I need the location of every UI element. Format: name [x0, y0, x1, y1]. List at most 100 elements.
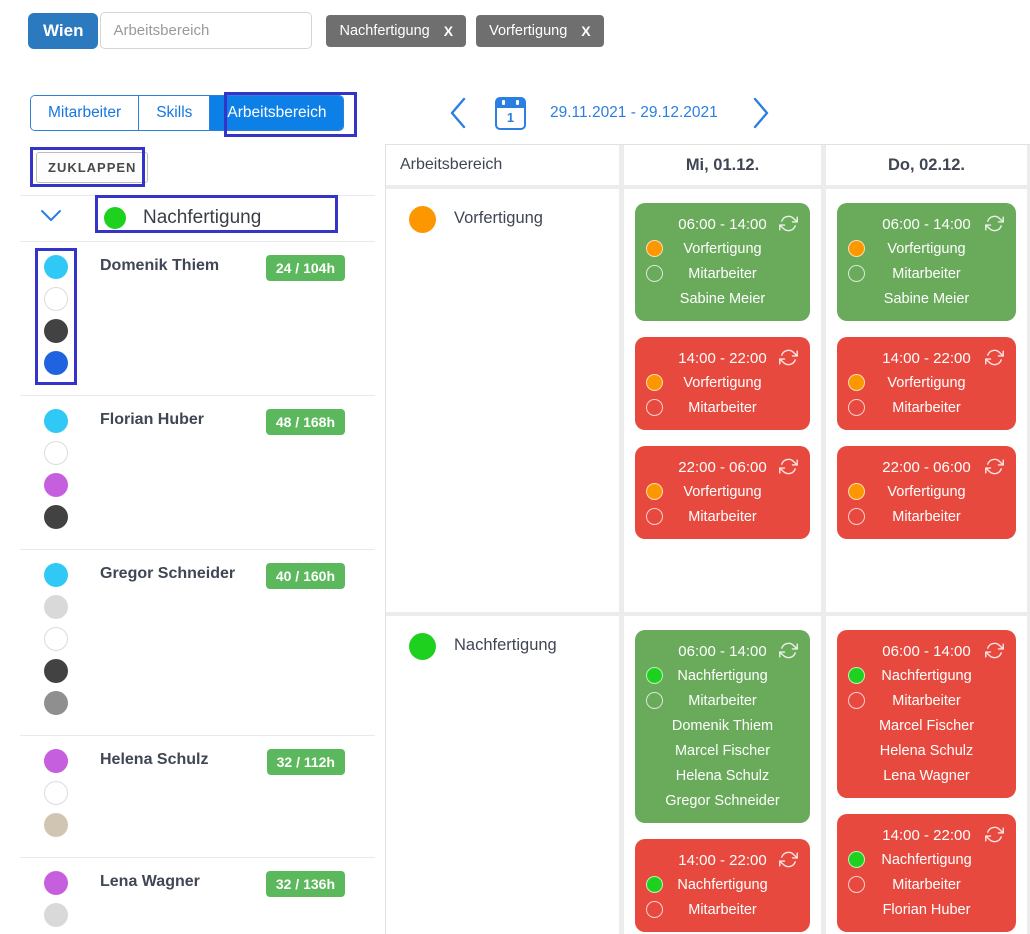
shift-card[interactable]: 14:00 - 22:00VorfertigungMitarbeiter [635, 337, 810, 430]
employee-name[interactable]: Helena Schulz [100, 749, 250, 771]
tab-mitarbeiter[interactable]: Mitarbeiter [31, 96, 139, 130]
shift-time-row: 06:00 - 14:00 [645, 639, 800, 664]
tab-skills[interactable]: Skills [139, 96, 210, 130]
employee-name[interactable]: Gregor Schneider [100, 563, 250, 585]
recurring-icon[interactable] [985, 457, 1004, 484]
shift-employee-name: Lena Wagner [847, 764, 1006, 789]
role-circle-icon [848, 876, 865, 893]
employee-row[interactable]: Helena Schulz32 / 112h [0, 736, 385, 845]
area-color-dot [848, 374, 865, 391]
area-row-header: Vorfertigung [386, 189, 619, 612]
collapse-button[interactable]: ZUKLAPPEN [36, 152, 148, 183]
employee-row[interactable]: Domenik Thiem 24 / 104h [0, 242, 385, 383]
shift-card[interactable]: 06:00 - 14:00VorfertigungMitarbeiterSabi… [635, 203, 810, 321]
chip-remove-button[interactable]: X [444, 23, 453, 39]
next-period-button[interactable] [748, 95, 774, 131]
area-color-dot [409, 206, 436, 233]
employee-name[interactable]: Lena Wagner [100, 871, 250, 893]
shift-time-row: 06:00 - 14:00 [645, 212, 800, 237]
column-header-day-1: Mi, 01.12. [624, 145, 821, 185]
skill-dot [44, 287, 68, 311]
group-label: Nachfertigung [143, 207, 261, 229]
shift-time: 14:00 - 22:00 [678, 350, 766, 367]
calendar-page-number: 1 [497, 110, 524, 125]
shift-area-label: Vorfertigung [645, 237, 800, 262]
employee-name[interactable]: Domenik Thiem [100, 255, 250, 277]
shift-card[interactable]: 06:00 - 14:00NachfertigungMitarbeiterMar… [837, 630, 1016, 798]
shift-area-label: Vorfertigung [847, 237, 1006, 262]
shift-employee-name: Helena Schulz [645, 764, 800, 789]
calendar-icon[interactable]: 1 [495, 97, 526, 130]
recurring-icon[interactable] [985, 641, 1004, 668]
skill-dot [44, 871, 68, 895]
role-circle-icon [848, 692, 865, 709]
skill-dot [44, 441, 68, 465]
filter-chips: NachfertigungX Vorfertigung X [326, 15, 603, 47]
group-label-wrap[interactable]: Nachfertigung [104, 207, 261, 229]
employee-row[interactable]: Florian Huber48 / 168h [0, 396, 385, 537]
shift-time-row: 14:00 - 22:00 [847, 346, 1006, 371]
day-cell: 06:00 - 14:00VorfertigungMitarbeiterSabi… [826, 189, 1027, 612]
tab-arbeitsbereich[interactable]: Arbeitsbereich [210, 96, 343, 130]
main-area: Mitarbeiter Skills Arbeitsbereich ZUKLAP… [0, 52, 1030, 934]
shift-role-label: Mitarbeiter [645, 505, 800, 530]
search-input[interactable] [100, 12, 312, 49]
role-circle-icon [646, 692, 663, 709]
area-color-dot [646, 483, 663, 500]
group-header-row: Nachfertigung [0, 197, 385, 239]
recurring-icon[interactable] [779, 641, 798, 668]
shift-time: 22:00 - 06:00 [678, 459, 766, 476]
filter-chip[interactable]: Vorfertigung X [476, 15, 604, 47]
skill-dot [44, 319, 68, 343]
employee-name[interactable]: Florian Huber [100, 409, 250, 431]
shift-card[interactable]: 22:00 - 06:00VorfertigungMitarbeiter [635, 446, 810, 539]
shift-time-row: 14:00 - 22:00 [645, 346, 800, 371]
recurring-icon[interactable] [779, 348, 798, 375]
recurring-icon[interactable] [779, 214, 798, 241]
skill-dot [44, 563, 68, 587]
employee-hours-badge: 24 / 104h [266, 255, 345, 281]
filter-chip[interactable]: NachfertigungX [326, 15, 466, 47]
shift-role-label: Mitarbeiter [645, 898, 800, 923]
employee-hours-badge: 40 / 160h [266, 563, 345, 589]
shift-employee-name: Sabine Meier [645, 287, 800, 312]
recurring-icon[interactable] [779, 850, 798, 877]
role-circle-icon [646, 901, 663, 918]
shift-employee-name: Sabine Meier [847, 287, 1006, 312]
skill-dot [44, 749, 68, 773]
shift-employee-name: Marcel Fischer [645, 739, 800, 764]
shift-area-label: Nachfertigung [847, 664, 1006, 689]
prev-period-button[interactable] [445, 95, 471, 131]
shift-card[interactable]: 14:00 - 22:00NachfertigungMitarbeiterFlo… [837, 814, 1016, 932]
shift-role-label: Mitarbeiter [847, 505, 1006, 530]
shift-employee-name: Domenik Thiem [645, 714, 800, 739]
recurring-icon[interactable] [985, 825, 1004, 852]
recurring-icon[interactable] [985, 348, 1004, 375]
shift-role-label: Mitarbeiter [847, 689, 1006, 714]
group-color-dot [104, 207, 126, 229]
shift-time: 06:00 - 14:00 [678, 643, 766, 660]
shift-card[interactable]: 14:00 - 22:00NachfertigungMitarbeiter [635, 839, 810, 932]
recurring-icon[interactable] [985, 214, 1004, 241]
shift-card[interactable]: 06:00 - 14:00VorfertigungMitarbeiterSabi… [837, 203, 1016, 321]
area-color-dot [848, 851, 865, 868]
chevron-down-icon[interactable] [40, 209, 62, 228]
area-color-dot [409, 633, 436, 660]
chip-remove-button[interactable]: X [581, 23, 590, 39]
shift-time: 06:00 - 14:00 [882, 643, 970, 660]
area-color-dot [646, 876, 663, 893]
area-row-header: Nachfertigung [386, 616, 619, 934]
shift-card[interactable]: 06:00 - 14:00NachfertigungMitarbeiterDom… [635, 630, 810, 823]
employee-row[interactable]: Lena Wagner 32 / 136h [0, 858, 385, 934]
recurring-icon[interactable] [779, 457, 798, 484]
region-button[interactable]: Wien [28, 13, 98, 49]
filter-chip-label: Vorfertigung [489, 23, 567, 39]
area-color-dot [646, 667, 663, 684]
skill-dot-column [44, 871, 68, 934]
shift-card[interactable]: 14:00 - 22:00VorfertigungMitarbeiter [837, 337, 1016, 430]
column-header-day-2: Do, 02.12. [826, 145, 1027, 185]
shift-card[interactable]: 22:00 - 06:00VorfertigungMitarbeiter [837, 446, 1016, 539]
employee-row[interactable]: Gregor Schneider 40 / 160h [0, 550, 385, 723]
skill-dot [44, 595, 68, 619]
employee-hours-badge: 32 / 136h [266, 871, 345, 897]
